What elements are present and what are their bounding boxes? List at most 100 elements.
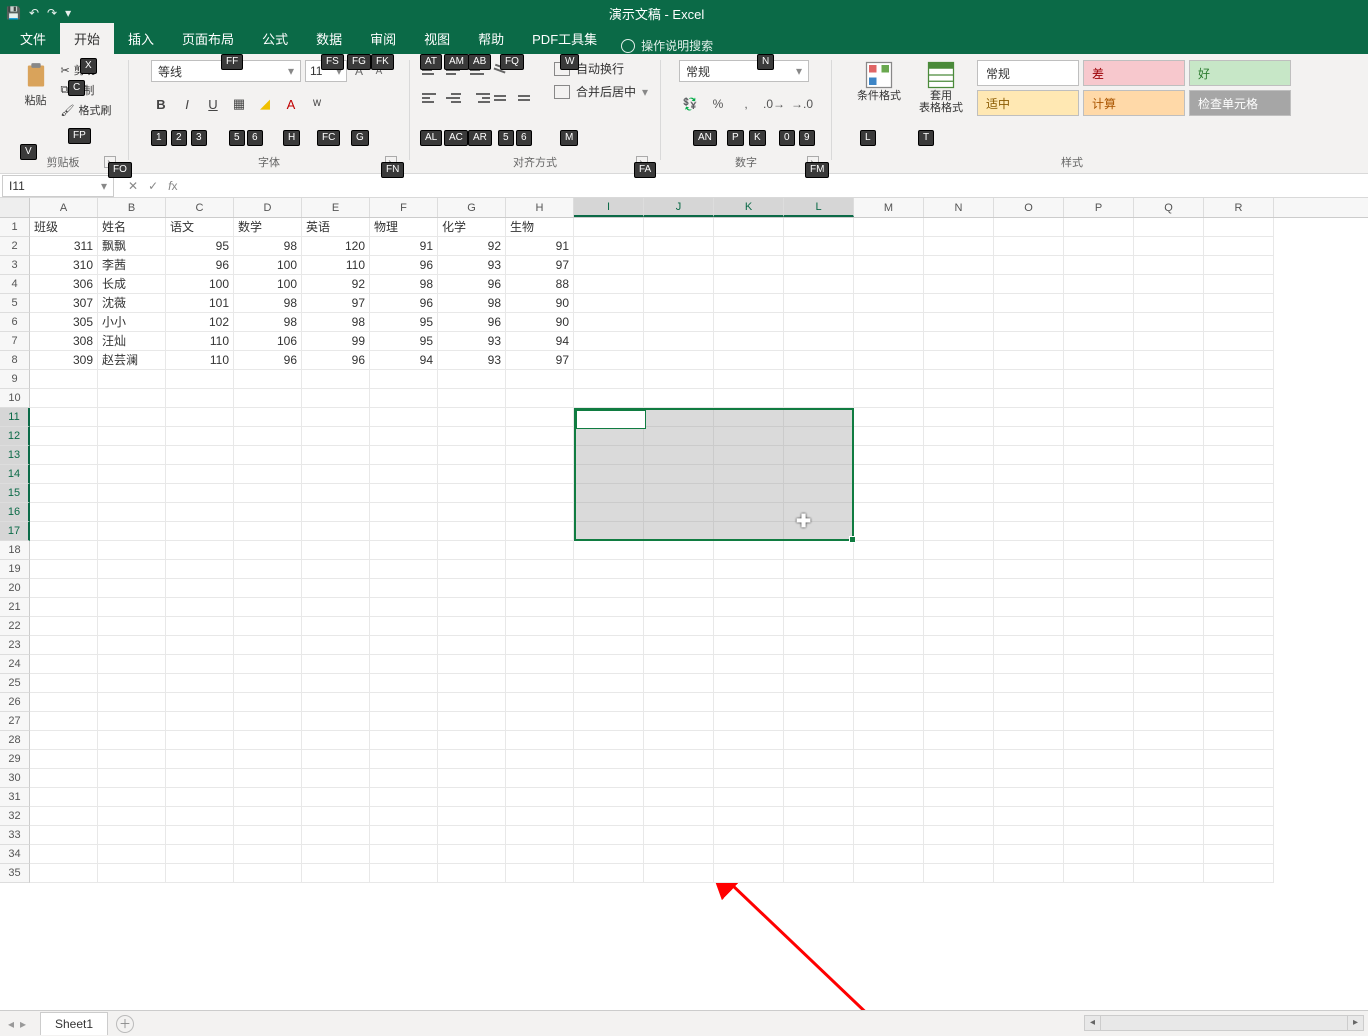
cell[interactable]: 生物 [506, 218, 574, 237]
cell[interactable] [644, 256, 714, 275]
cell[interactable] [166, 522, 234, 541]
cell[interactable] [574, 294, 644, 313]
cell[interactable] [1064, 617, 1134, 636]
cell[interactable]: 97 [506, 256, 574, 275]
cell[interactable] [924, 408, 994, 427]
cell[interactable] [370, 446, 438, 465]
cell[interactable] [302, 845, 370, 864]
cell[interactable] [370, 693, 438, 712]
cell[interactable] [644, 484, 714, 503]
cell[interactable] [644, 370, 714, 389]
cell[interactable] [506, 484, 574, 503]
cell[interactable] [924, 313, 994, 332]
cell[interactable] [644, 617, 714, 636]
cell[interactable]: 98 [438, 294, 506, 313]
cell[interactable] [784, 598, 854, 617]
cell[interactable] [784, 769, 854, 788]
cell[interactable] [506, 408, 574, 427]
cell[interactable] [994, 655, 1064, 674]
cell[interactable] [854, 750, 924, 769]
cell[interactable] [1064, 693, 1134, 712]
cell[interactable] [784, 712, 854, 731]
cell[interactable] [370, 807, 438, 826]
cell[interactable]: 96 [438, 275, 506, 294]
col-header-Q[interactable]: Q [1134, 198, 1204, 217]
enter-formula-icon[interactable]: ✓ [148, 179, 158, 193]
cell[interactable] [1204, 674, 1274, 693]
cell[interactable] [854, 598, 924, 617]
cell[interactable] [1134, 541, 1204, 560]
cell[interactable] [714, 275, 784, 294]
cell[interactable] [854, 731, 924, 750]
col-header-C[interactable]: C [166, 198, 234, 217]
cell[interactable] [994, 370, 1064, 389]
cell[interactable] [1204, 294, 1274, 313]
cell[interactable] [166, 560, 234, 579]
cell[interactable] [1064, 579, 1134, 598]
row-header[interactable]: 1 [0, 218, 30, 237]
cell[interactable] [302, 807, 370, 826]
col-header-G[interactable]: G [438, 198, 506, 217]
cell[interactable] [1134, 446, 1204, 465]
cell[interactable] [854, 237, 924, 256]
cell[interactable] [854, 636, 924, 655]
cell[interactable] [994, 351, 1064, 370]
cell[interactable] [302, 731, 370, 750]
cell[interactable] [438, 826, 506, 845]
cell[interactable] [370, 465, 438, 484]
cell[interactable] [714, 826, 784, 845]
col-header-H[interactable]: H [506, 198, 574, 217]
cell[interactable] [574, 218, 644, 237]
cell[interactable] [438, 617, 506, 636]
cell[interactable] [98, 465, 166, 484]
cell[interactable] [714, 541, 784, 560]
cell[interactable] [1134, 769, 1204, 788]
cell[interactable] [714, 218, 784, 237]
cell[interactable] [438, 750, 506, 769]
name-box[interactable]: I11▾ [2, 175, 114, 197]
cell[interactable] [644, 351, 714, 370]
cell[interactable] [784, 427, 854, 446]
cell[interactable] [924, 617, 994, 636]
cell[interactable] [98, 598, 166, 617]
cell[interactable] [924, 370, 994, 389]
cell[interactable] [714, 560, 784, 579]
cell[interactable] [924, 465, 994, 484]
cell[interactable] [574, 237, 644, 256]
cell[interactable]: 小小 [98, 313, 166, 332]
cell[interactable]: 94 [370, 351, 438, 370]
cell[interactable] [438, 560, 506, 579]
cell[interactable] [98, 845, 166, 864]
cell[interactable]: 305 [30, 313, 98, 332]
cell[interactable]: 物理 [370, 218, 438, 237]
column-headers[interactable]: ABCDEFGHIJKLMNOPQR [0, 198, 1368, 218]
cell[interactable] [98, 636, 166, 655]
cell[interactable] [438, 541, 506, 560]
row-header[interactable]: 35 [0, 864, 30, 883]
cell[interactable] [1134, 598, 1204, 617]
tab-开始[interactable]: 开始 [60, 23, 114, 54]
cell[interactable] [574, 560, 644, 579]
cell[interactable] [506, 617, 574, 636]
row-header[interactable]: 31 [0, 788, 30, 807]
cell[interactable] [302, 579, 370, 598]
cell[interactable]: 307 [30, 294, 98, 313]
cell[interactable]: 98 [234, 313, 302, 332]
cell[interactable] [994, 636, 1064, 655]
cell[interactable]: 310 [30, 256, 98, 275]
cell[interactable] [1134, 636, 1204, 655]
row-header[interactable]: 18 [0, 541, 30, 560]
cell[interactable] [506, 598, 574, 617]
cell[interactable] [370, 636, 438, 655]
cell[interactable] [302, 408, 370, 427]
cell[interactable] [574, 674, 644, 693]
row-header[interactable]: 9 [0, 370, 30, 389]
cell[interactable] [574, 313, 644, 332]
cell[interactable] [166, 655, 234, 674]
cell[interactable] [854, 807, 924, 826]
row-header[interactable]: 7 [0, 332, 30, 351]
cell[interactable] [438, 769, 506, 788]
cell[interactable]: 班级 [30, 218, 98, 237]
cell[interactable] [1064, 864, 1134, 883]
cell[interactable] [574, 636, 644, 655]
